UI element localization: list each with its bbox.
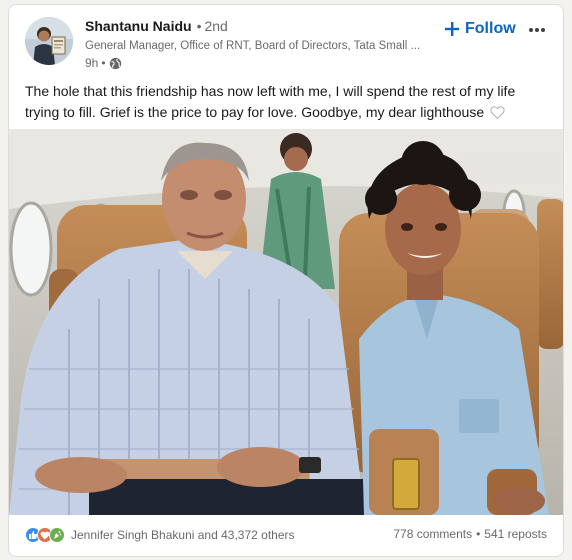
celebrate-icon (49, 527, 65, 543)
connection-degree: 2nd (204, 18, 228, 34)
author-name-row: Shantanu Naidu • 2nd (85, 18, 228, 34)
more-horizontal-icon (528, 20, 546, 38)
author-name[interactable]: Shantanu Naidu (85, 18, 192, 34)
reaction-icons-group (25, 527, 65, 543)
post-body-text: The hole that this friendship has now le… (25, 83, 516, 120)
post-time: 9h (85, 56, 99, 70)
post-text: The hole that this friendship has now le… (25, 81, 553, 123)
post-photo[interactable] (9, 129, 563, 515)
separator-dot: • (101, 56, 106, 70)
post-card: Shantanu Naidu • 2nd General Manager, Of… (8, 4, 564, 557)
reactions-text: Jennifer Singh Bhakuni and 43,372 others (71, 528, 295, 542)
reactions-summary[interactable]: Jennifer Singh Bhakuni and 43,372 others (25, 527, 295, 543)
plus-icon (445, 22, 459, 36)
globe-icon (109, 57, 122, 70)
comments-count-link[interactable]: 778 comments (393, 527, 472, 541)
follow-button[interactable]: Follow (437, 15, 524, 43)
heart-outline-icon (490, 104, 505, 120)
more-options-button[interactable] (521, 15, 553, 43)
social-counts-bar: Jennifer Singh Bhakuni and 43,372 others… (9, 515, 563, 555)
author-avatar[interactable] (25, 17, 73, 65)
post-header: Shantanu Naidu • 2nd General Manager, Of… (9, 5, 563, 75)
follow-label: Follow (465, 20, 516, 37)
author-headline: General Manager, Office of RNT, Board of… (85, 40, 421, 52)
post-meta: 9h • (85, 56, 122, 70)
separator-dot: • (196, 18, 202, 34)
engagement-counts: 778 comments • 541 reposts (393, 527, 547, 541)
reposts-count-link[interactable]: 541 reposts (484, 527, 547, 541)
separator-dot: • (476, 527, 481, 541)
